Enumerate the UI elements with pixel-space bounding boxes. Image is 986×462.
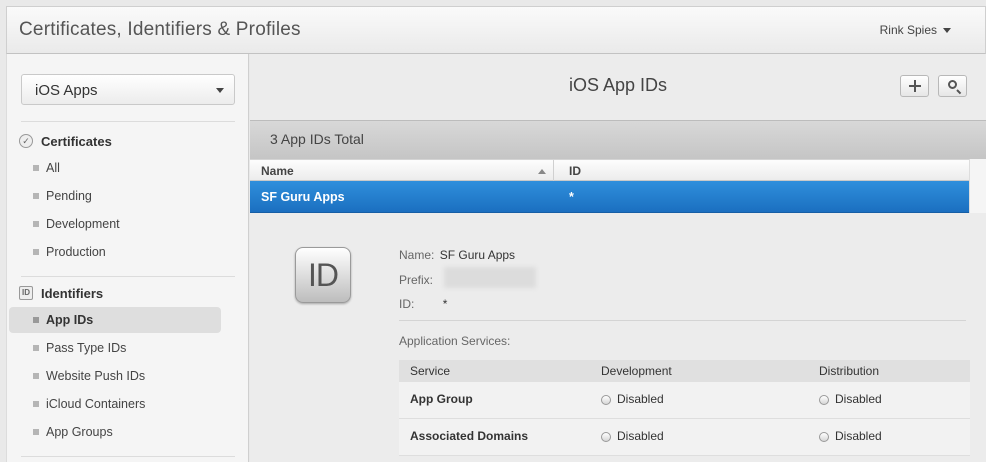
sidebar-item-icloud-containers[interactable]: iCloud Containers <box>9 391 221 417</box>
platform-select-label: iOS Apps <box>35 82 98 99</box>
services-table: Service Development Distribution App Gro… <box>399 360 970 456</box>
column-header-name[interactable]: Name <box>261 164 294 178</box>
bullet-icon <box>33 401 39 407</box>
prefix-value-redacted <box>444 267 536 288</box>
main-panel: iOS App IDs 3 App IDs Total Name ID SF G… <box>250 54 986 462</box>
certificates-title: Certificates <box>41 133 112 149</box>
row-id: * <box>569 190 574 204</box>
service-development-status: Disabled <box>617 429 664 443</box>
sidebar: iOS Apps ✓ Certificates All Pending Deve… <box>6 54 249 462</box>
sidebar-item-label: Pending <box>46 189 92 203</box>
identifiers-title: Identifiers <box>41 285 104 301</box>
sidebar-item-label: App Groups <box>46 425 113 439</box>
app-services-title: Application Services: <box>399 334 511 348</box>
certificates-section: ✓ Certificates <box>19 132 112 150</box>
plus-icon <box>909 80 921 92</box>
certificate-icon: ✓ <box>19 134 33 148</box>
chevron-down-icon <box>216 88 224 93</box>
sidebar-item-label: iCloud Containers <box>46 397 146 411</box>
services-col-distribution: Distribution <box>819 364 880 378</box>
identifiers-heading: ID Identifiers <box>19 284 103 302</box>
certificates-heading: ✓ Certificates <box>19 132 112 150</box>
add-button[interactable] <box>900 75 929 97</box>
detail-prefix-label: Prefix: <box>399 273 434 287</box>
user-menu[interactable]: Rink Spies <box>880 23 951 37</box>
app-id-icon-text: ID <box>308 257 339 293</box>
detail-divider <box>399 320 966 321</box>
total-count: 3 App IDs Total <box>270 131 364 147</box>
bullet-icon <box>33 373 39 379</box>
chevron-down-icon <box>943 28 951 34</box>
sidebar-item-app-groups[interactable]: App Groups <box>9 419 221 445</box>
platform-select[interactable]: iOS Apps <box>21 74 235 105</box>
top-bar: Certificates, Identifiers & Profiles Rin… <box>6 6 986 54</box>
column-header-id[interactable]: ID <box>569 164 581 178</box>
bullet-icon <box>33 249 39 255</box>
sidebar-item-label: Production <box>46 245 106 259</box>
sidebar-item-label: All <box>46 161 60 175</box>
app-id-icon: ID <box>295 247 351 303</box>
services-col-development: Development <box>601 364 672 378</box>
status-radio-icon <box>819 395 829 405</box>
total-bar: 3 App IDs Total <box>250 120 986 159</box>
scrollbar[interactable] <box>969 159 986 213</box>
sidebar-item-label: Website Push IDs <box>46 369 146 383</box>
sidebar-item-label: Pass Type IDs <box>46 341 127 355</box>
detail-id-label: ID: <box>399 297 415 311</box>
sidebar-item-label: Development <box>46 217 120 231</box>
user-name: Rink Spies <box>879 23 937 37</box>
search-icon <box>948 80 957 89</box>
status-radio-icon <box>601 432 611 442</box>
service-distribution-status: Disabled <box>835 392 882 406</box>
sidebar-item-production[interactable]: Production <box>9 239 221 265</box>
bullet-icon <box>33 221 39 227</box>
sort-ascending-icon <box>538 169 546 174</box>
service-row-associated-domains: Associated Domains Disabled Disabled <box>399 419 970 456</box>
sidebar-divider <box>21 276 235 277</box>
table-row[interactable]: SF Guru Apps * <box>250 181 969 213</box>
detail-prefix: Prefix: <box>399 273 433 287</box>
detail-name-value: SF Guru Apps <box>439 248 516 262</box>
bullet-icon <box>33 165 39 171</box>
sidebar-item-label: App IDs <box>46 313 94 327</box>
search-button[interactable] <box>938 75 967 97</box>
table-header: Name ID <box>250 159 969 182</box>
id-icon: ID <box>19 286 33 300</box>
sidebar-item-app-ids[interactable]: App IDs <box>9 307 221 333</box>
bullet-icon <box>33 429 39 435</box>
status-radio-icon <box>819 432 829 442</box>
column-divider <box>553 160 554 182</box>
bullet-icon <box>33 345 39 351</box>
detail-id-value: * <box>442 297 448 311</box>
service-row-app-group: App Group Disabled Disabled <box>399 382 970 419</box>
app-title: Certificates, Identifiers & Profiles <box>19 19 301 40</box>
detail-name-label: Name: <box>399 248 435 262</box>
sidebar-item-pass-type-ids[interactable]: Pass Type IDs <box>9 335 221 361</box>
sidebar-item-development[interactable]: Development <box>9 211 221 237</box>
sidebar-item-pending[interactable]: Pending <box>9 183 221 209</box>
status-radio-icon <box>601 395 611 405</box>
bullet-icon <box>33 193 39 199</box>
service-distribution-status: Disabled <box>835 429 882 443</box>
sidebar-divider <box>21 456 235 457</box>
service-name: App Group <box>410 392 473 406</box>
service-development-status: Disabled <box>617 392 664 406</box>
page-title: iOS App IDs <box>568 75 668 95</box>
identifiers-section: ID Identifiers <box>19 284 103 302</box>
sidebar-item-all[interactable]: All <box>9 155 221 181</box>
sidebar-divider <box>21 121 235 122</box>
detail-name: Name: SF Guru Apps <box>399 248 515 262</box>
sidebar-item-website-push-ids[interactable]: Website Push IDs <box>9 363 221 389</box>
detail-id: ID: * <box>399 297 447 311</box>
services-header: Service Development Distribution <box>399 360 970 382</box>
service-name: Associated Domains <box>410 429 529 443</box>
row-name: SF Guru Apps <box>261 190 345 204</box>
services-col-service: Service <box>410 364 451 378</box>
bullet-icon <box>33 317 39 323</box>
